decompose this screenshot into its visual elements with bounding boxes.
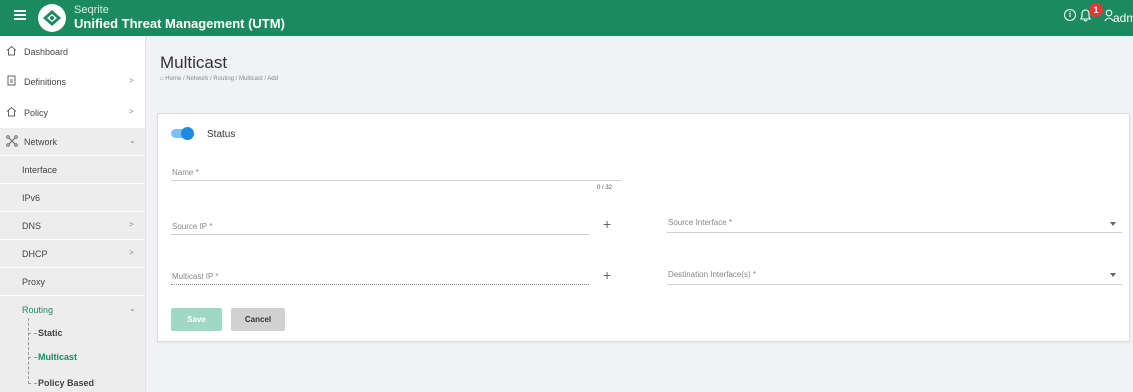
sidebar: Dashboard Definitions > Policy > Network… — [0, 36, 146, 392]
form-card — [157, 113, 1130, 342]
sidebar-item-dhcp[interactable]: DHCP > — [0, 240, 145, 267]
multicast-ip-label: Multicast IP * — [172, 272, 219, 281]
sidebar-item-label: IPv6 — [22, 193, 41, 203]
brand-name: Seqrite — [74, 4, 109, 16]
home-icon — [6, 106, 17, 117]
save-button[interactable]: Save — [171, 308, 222, 331]
sidebar-item-label: Proxy — [22, 277, 46, 287]
sidebar-item-label: DNS — [22, 221, 42, 231]
sidebar-item-definitions[interactable]: Definitions > — [0, 68, 145, 95]
sidebar-item-ipv6[interactable]: IPv6 — [0, 184, 145, 211]
dropdown-caret-icon[interactable] — [1110, 273, 1116, 277]
sidebar-item-label: Policy — [24, 108, 49, 118]
home-icon — [6, 45, 17, 56]
sidebar-item-dns[interactable]: DNS > — [0, 212, 145, 239]
multicast-ip-input[interactable] — [171, 284, 589, 285]
name-char-counter: 0 / 32 — [597, 185, 613, 191]
sidebar-item-label: Routing — [22, 305, 54, 315]
name-input[interactable] — [171, 180, 622, 181]
sidebar-subitem-policy-based[interactable]: Policy Based — [28, 375, 145, 392]
sidebar-item-label: Network — [24, 137, 58, 147]
sidebar-item-dashboard[interactable]: Dashboard — [0, 38, 145, 65]
chevron-right-icon: > — [129, 220, 134, 229]
destination-interface-label: Destination Interface(s) * — [668, 270, 757, 279]
info-icon[interactable]: i — [1064, 9, 1076, 21]
add-multicast-ip-icon[interactable]: + — [603, 267, 611, 283]
sidebar-item-label: Interface — [22, 165, 58, 175]
status-label: Status — [207, 129, 236, 140]
tree-branch — [28, 333, 37, 334]
breadcrumb-text[interactable]: Home / Network / Routing / Multicast / A… — [165, 76, 278, 82]
name-label: Name * — [172, 168, 199, 177]
sidebar-subitem-label: Policy Based — [38, 378, 95, 388]
cancel-button[interactable]: Cancel — [231, 308, 285, 331]
tree-branch — [28, 383, 37, 384]
sidebar-item-proxy[interactable]: Proxy — [0, 268, 145, 295]
chevron-right-icon: > — [129, 76, 134, 85]
sidebar-item-network[interactable]: Network ⌄ — [0, 128, 145, 155]
user-name[interactable]: admi — [1113, 11, 1133, 25]
top-header: Seqrite Unified Threat Management (UTM) … — [0, 0, 1133, 36]
chevron-right-icon: > — [129, 248, 134, 257]
product-title: Unified Threat Management (UTM) — [74, 16, 285, 31]
toggle-knob — [181, 127, 194, 140]
dropdown-caret-icon[interactable] — [1110, 222, 1116, 226]
source-interface-label: Source Interface * — [668, 218, 733, 227]
destination-interface-select[interactable] — [667, 284, 1122, 285]
chevron-right-icon: > — [129, 107, 134, 116]
page-title: Multicast — [160, 53, 228, 72]
sidebar-item-interface[interactable]: Interface — [0, 156, 145, 183]
sidebar-item-policy[interactable]: Policy > — [0, 99, 145, 126]
sidebar-item-label: Definitions — [24, 77, 67, 87]
tree-branch — [28, 357, 37, 358]
sidebar-subitem-static[interactable]: Static — [28, 325, 145, 343]
seqrite-logo — [38, 4, 66, 32]
home-icon[interactable]: ⌂ — [160, 76, 164, 82]
notification-badge[interactable]: 1 — [1089, 3, 1103, 17]
source-ip-label: Source IP * — [172, 222, 213, 231]
network-icon — [6, 135, 18, 147]
source-ip-input[interactable] — [171, 234, 589, 235]
sidebar-subitem-label: Multicast — [38, 352, 78, 362]
sidebar-subitem-multicast[interactable]: Multicast — [28, 349, 145, 367]
status-toggle[interactable] — [171, 127, 194, 140]
sidebar-item-label: Dashboard — [24, 47, 69, 57]
hamburger-menu-icon[interactable] — [14, 10, 26, 20]
source-interface-select[interactable] — [667, 232, 1122, 233]
breadcrumb: ⌂ Home / Network / Routing / Multicast /… — [160, 76, 278, 82]
sidebar-item-label: DHCP — [22, 249, 48, 259]
add-source-ip-icon[interactable]: + — [603, 216, 611, 232]
sidebar-subitem-label: Static — [38, 328, 63, 338]
document-icon — [7, 75, 16, 86]
chevron-down-icon: ⌄ — [129, 304, 136, 313]
chevron-down-icon: ⌄ — [129, 136, 136, 145]
